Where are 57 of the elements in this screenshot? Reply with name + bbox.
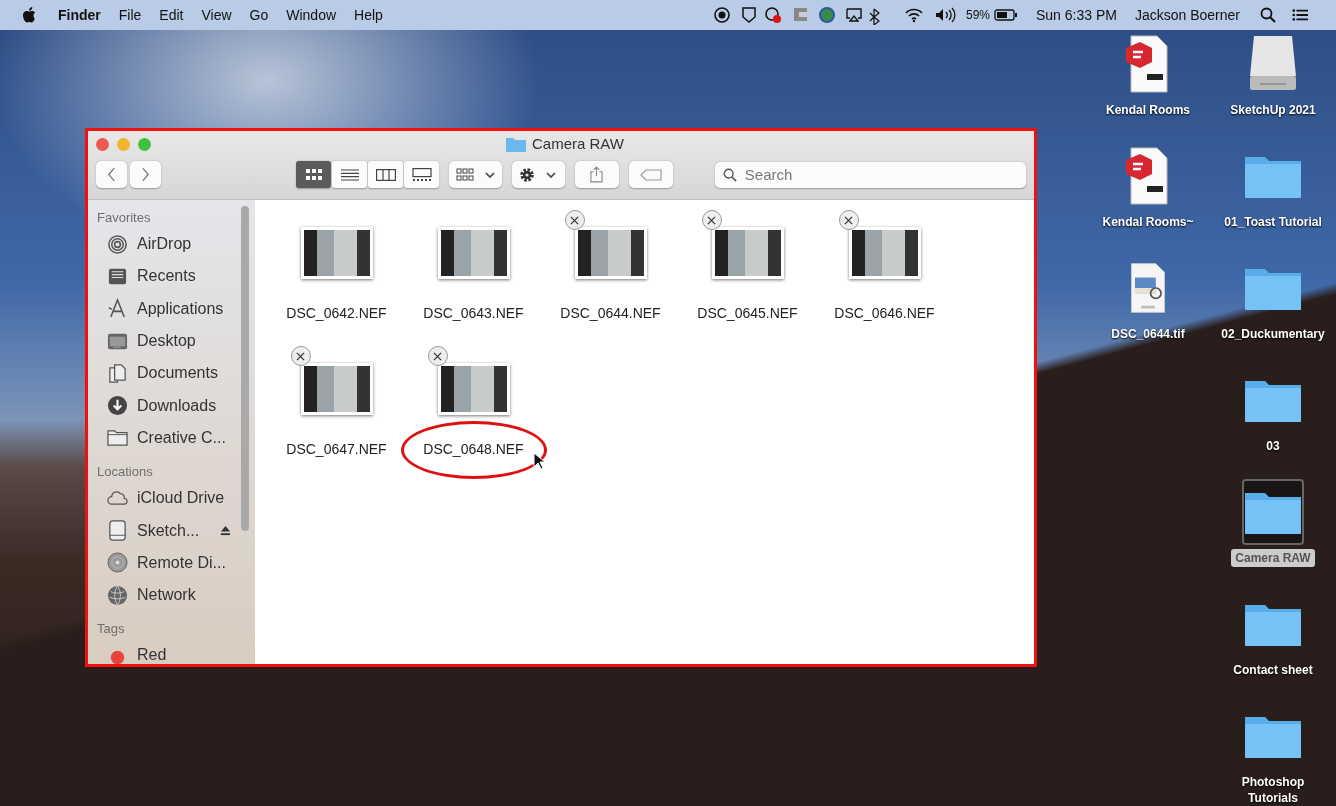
sidebar-heading: Tags — [97, 621, 126, 637]
sidebar-label: Applications — [137, 299, 224, 318]
file-name[interactable]: DSC_0642.NEF — [286, 305, 387, 321]
search-field[interactable]: Search — [714, 161, 1026, 188]
clock[interactable]: Sun 6:33 PM — [1036, 7, 1117, 23]
menu-item[interactable]: File — [118, 7, 142, 23]
sidebar-item[interactable]: Network — [97, 578, 255, 612]
battery-percent: 59% — [965, 8, 990, 22]
sidebar-item[interactable]: Downloads — [97, 389, 255, 422]
sidebar-label: Red — [137, 646, 167, 664]
desktop-icon-label: 01_Toast Tutorial — [1223, 214, 1323, 231]
menu-item[interactable]: Go — [249, 7, 269, 23]
file-name[interactable]: DSC_0644.NEF — [560, 305, 661, 321]
menu-item[interactable]: Finder — [58, 7, 101, 23]
file-name[interactable]: DSC_0648.NEF — [423, 441, 524, 457]
sidebar-item[interactable]: Documents — [97, 357, 255, 390]
file-name[interactable]: DSC_0643.NEF — [423, 305, 524, 321]
menu-item[interactable]: Help — [354, 7, 383, 23]
sidebar-item[interactable]: Recents — [97, 260, 255, 293]
sidebar-item[interactable]: Red — [97, 639, 255, 664]
sidebar-item[interactable]: Creative C... — [97, 421, 255, 455]
menu-item[interactable]: Window — [286, 7, 337, 23]
sidebar-label: Remote Di... — [137, 553, 226, 572]
desktop-icon-label: DSC_0644.tif — [1110, 326, 1186, 343]
sidebar-item[interactable]: Applications — [97, 292, 255, 325]
sidebar-label: Desktop — [137, 332, 196, 351]
file-name[interactable]: DSC_0647.NEF — [286, 441, 387, 457]
sidebar-label: Documents — [137, 364, 218, 383]
sidebar-item[interactable]: AirDrop — [97, 228, 255, 261]
window-title: Camera RAW — [532, 135, 624, 152]
desktop-icon-label: SketchUp 2021 — [1229, 102, 1317, 119]
sidebar-item[interactable]: Remote Di... — [97, 546, 255, 579]
sidebar-label: Downloads — [137, 396, 217, 415]
sidebar-label: Network — [137, 586, 196, 605]
sidebar-heading: Locations — [97, 464, 154, 480]
sidebar-label: Sketch... — [137, 521, 200, 540]
desktop-icon-label: 03 — [1265, 438, 1281, 455]
file-name[interactable]: DSC_0645.NEF — [697, 305, 798, 321]
sidebar-heading: Favorites — [97, 210, 152, 225]
desktop-icon-label: Contact sheet — [1232, 662, 1314, 679]
sidebar-item[interactable]: Sketch... — [97, 514, 255, 547]
file-name[interactable]: DSC_0646.NEF — [834, 305, 935, 321]
desktop-icon-label: 02_Duckumentary — [1220, 326, 1326, 343]
user-name[interactable]: Jackson Boerner — [1134, 7, 1240, 23]
sidebar-item[interactable]: Desktop — [97, 324, 255, 358]
desktop-icon-label: Kendal Rooms~ — [1101, 214, 1195, 231]
desktop-icon-label: Kendal Rooms — [1105, 102, 1191, 119]
sidebar-label: AirDrop — [137, 235, 192, 254]
menu-item[interactable]: Edit — [159, 7, 184, 23]
sidebar-label: Recents — [137, 267, 196, 286]
desktop-icon-label: Photoshop Tutorials — [1240, 774, 1306, 806]
sidebar-label: Creative C... — [137, 428, 226, 447]
sidebar-label: iCloud Drive — [137, 489, 225, 508]
desktop-icon-label: Camera RAW — [1231, 549, 1315, 567]
menu-item[interactable]: View — [201, 7, 232, 23]
search-input[interactable]: Search — [742, 165, 1018, 184]
sidebar-item[interactable]: iCloud Drive — [97, 482, 255, 515]
